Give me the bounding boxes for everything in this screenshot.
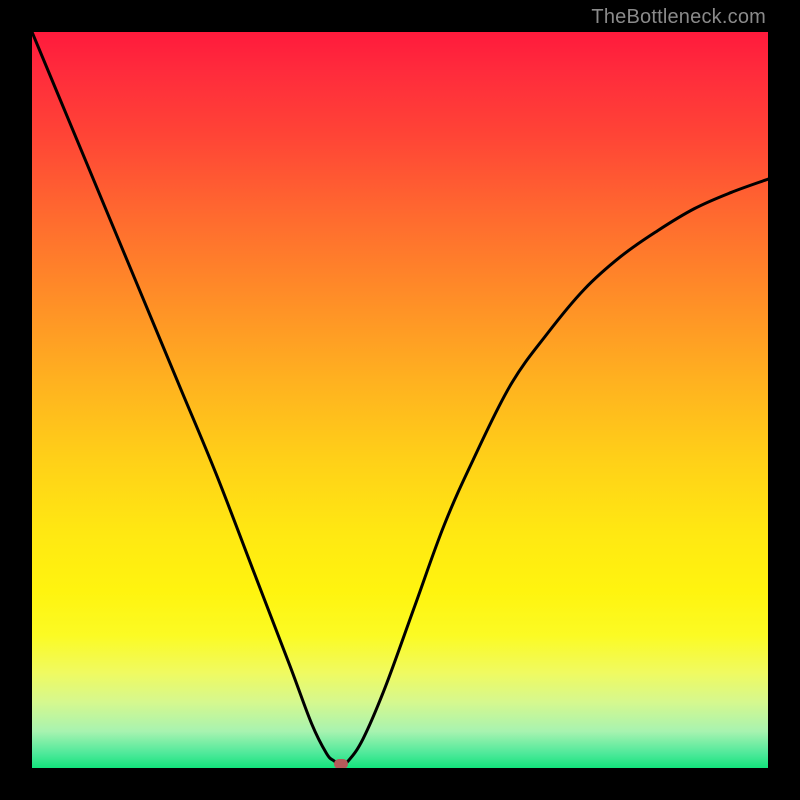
curve-svg: [32, 32, 768, 768]
watermark-text: TheBottleneck.com: [591, 6, 766, 29]
plot-area: [32, 32, 768, 768]
minimum-marker: [334, 759, 348, 768]
chart-frame: TheBottleneck.com: [0, 0, 800, 800]
bottleneck-curve: [32, 32, 768, 764]
